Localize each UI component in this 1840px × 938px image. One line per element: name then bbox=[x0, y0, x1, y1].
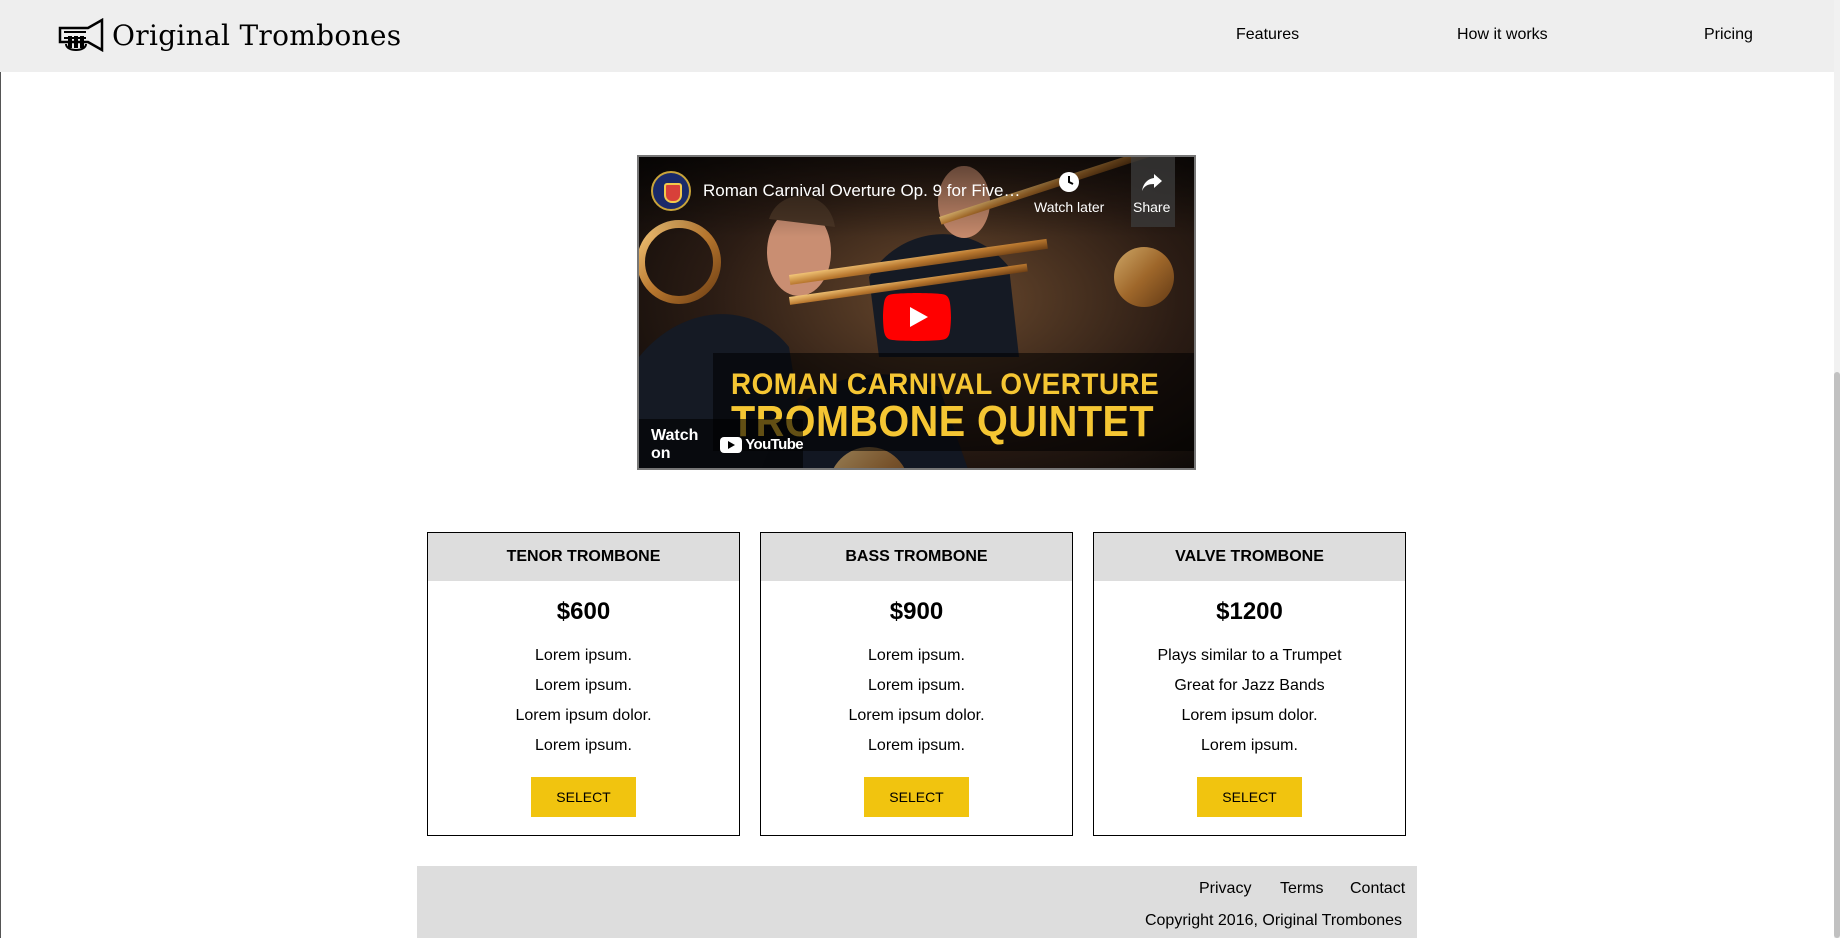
youtube-play-mark-icon bbox=[720, 436, 743, 453]
site-header: Original Trombones Features How it works… bbox=[0, 0, 1834, 72]
card-price: $900 bbox=[889, 598, 944, 625]
brand-name: Original Trombones bbox=[112, 18, 402, 52]
share-label: Share bbox=[1133, 199, 1171, 215]
trumpet-logo-icon bbox=[58, 18, 104, 52]
pricing-card-bass: BASS TROMBONE $900 Lorem ipsum. Lorem ip… bbox=[760, 532, 1073, 836]
nav-link-how-it-works[interactable]: How it works bbox=[1457, 26, 1548, 44]
select-button-bass[interactable]: SELECT bbox=[864, 777, 969, 817]
youtube-wordmark: YouTube bbox=[745, 436, 803, 453]
feature-item: Lorem ipsum. bbox=[1201, 737, 1298, 754]
select-button-valve[interactable]: SELECT bbox=[1197, 777, 1302, 817]
feature-list: Lorem ipsum. Lorem ipsum. Lorem ipsum do… bbox=[428, 641, 739, 761]
video-embed[interactable]: Roman Carnival Overture Op. 9 for Five T… bbox=[637, 155, 1196, 470]
channel-avatar[interactable] bbox=[651, 171, 691, 211]
scrollbar-thumb[interactable] bbox=[1834, 372, 1840, 938]
card-title: VALVE TROMBONE bbox=[1094, 533, 1405, 581]
play-icon[interactable] bbox=[883, 293, 951, 341]
feature-item: Lorem ipsum dolor. bbox=[515, 707, 652, 724]
watch-on-youtube-button[interactable]: Watch on YouTube bbox=[639, 419, 804, 468]
feature-item: Plays similar to a Trumpet bbox=[1157, 647, 1342, 664]
feature-item: Lorem ipsum. bbox=[868, 677, 965, 694]
card-title: TENOR TROMBONE bbox=[428, 533, 739, 581]
feature-item: Great for Jazz Bands bbox=[1174, 677, 1325, 694]
nav-link-features[interactable]: Features bbox=[1236, 26, 1299, 44]
pricing-card-valve: VALVE TROMBONE $1200 Plays similar to a … bbox=[1093, 532, 1406, 836]
feature-item: Lorem ipsum. bbox=[535, 677, 632, 694]
footer-link-terms[interactable]: Terms bbox=[1280, 880, 1324, 898]
watch-on-label: Watch on bbox=[651, 426, 699, 462]
card-title: BASS TROMBONE bbox=[761, 533, 1072, 581]
pricing-card-tenor: TENOR TROMBONE $600 Lorem ipsum. Lorem i… bbox=[427, 532, 740, 836]
feature-item: Lorem ipsum dolor. bbox=[848, 707, 985, 724]
card-price: $600 bbox=[556, 598, 611, 625]
site-footer: Privacy Terms Contact Copyright 2016, Or… bbox=[417, 866, 1417, 938]
feature-item: Lorem ipsum. bbox=[868, 737, 965, 754]
feature-item: Lorem ipsum. bbox=[535, 647, 632, 664]
select-button-tenor[interactable]: SELECT bbox=[531, 777, 636, 817]
card-price: $1200 bbox=[1216, 598, 1283, 625]
watch-later-button[interactable]: Watch later bbox=[1034, 171, 1104, 215]
copyright-text: Copyright 2016, Original Trombones bbox=[1144, 912, 1402, 929]
feature-list: Plays similar to a Trumpet Great for Jaz… bbox=[1094, 641, 1405, 761]
nav-link-pricing[interactable]: Pricing bbox=[1704, 26, 1753, 44]
brand-logo[interactable]: Original Trombones bbox=[58, 18, 401, 52]
page-scrollbar[interactable] bbox=[1834, 0, 1840, 938]
page-left-border bbox=[0, 0, 1, 938]
video-title[interactable]: Roman Carnival Overture Op. 9 for Five T… bbox=[703, 181, 1023, 201]
feature-list: Lorem ipsum. Lorem ipsum. Lorem ipsum do… bbox=[761, 641, 1072, 761]
feature-item: Lorem ipsum. bbox=[535, 737, 632, 754]
footer-link-privacy[interactable]: Privacy bbox=[1199, 880, 1251, 898]
clock-icon bbox=[1059, 172, 1080, 192]
footer-link-contact[interactable]: Contact bbox=[1350, 880, 1405, 898]
share-icon bbox=[1141, 174, 1162, 191]
watch-later-label: Watch later bbox=[1034, 199, 1105, 215]
youtube-logo-icon: YouTube bbox=[720, 436, 804, 453]
feature-item: Lorem ipsum. bbox=[868, 647, 965, 664]
share-button[interactable]: Share bbox=[1133, 171, 1170, 215]
feature-item: Lorem ipsum dolor. bbox=[1181, 707, 1318, 724]
